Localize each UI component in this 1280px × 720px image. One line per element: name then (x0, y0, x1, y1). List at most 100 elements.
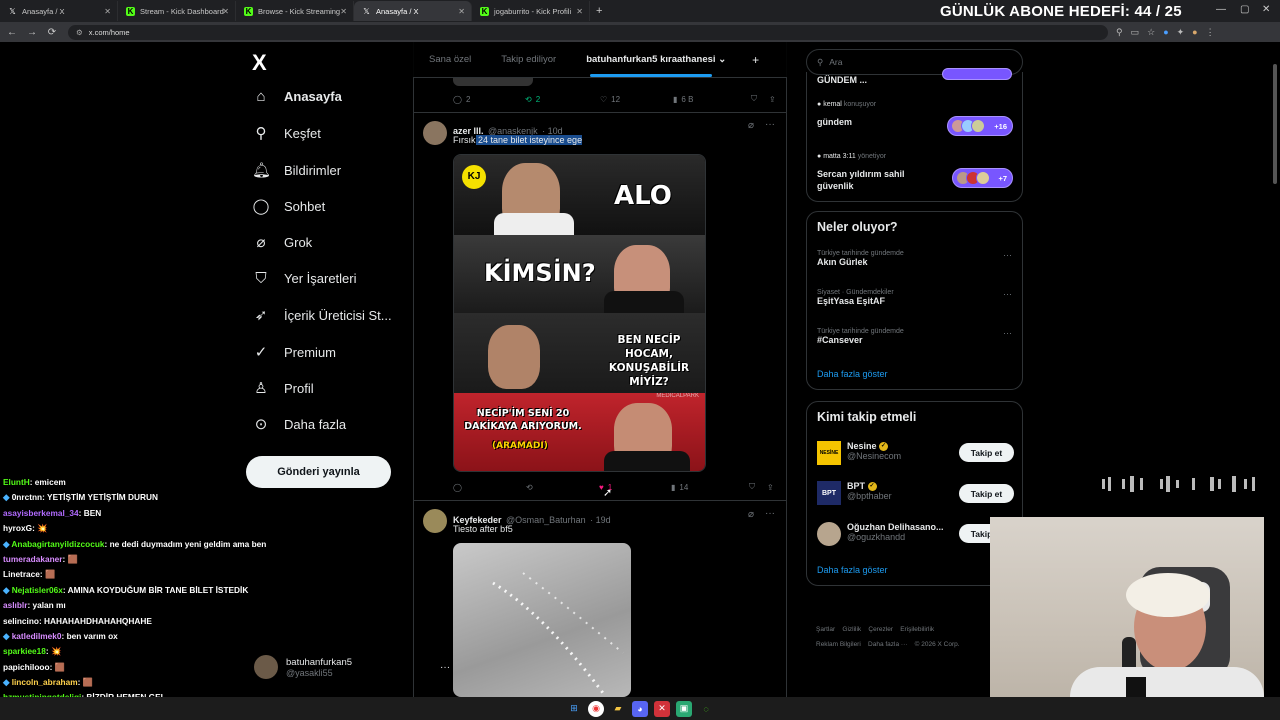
grok-icon[interactable]: ⌀ (748, 509, 754, 520)
tab-following[interactable]: Takip ediliyor (493, 54, 564, 65)
more-icon[interactable]: ··· (1003, 289, 1012, 299)
more-icon[interactable]: ··· (765, 119, 775, 130)
close-window-icon[interactable]: ✕ (1262, 4, 1270, 15)
puzzle-icon[interactable]: ✦ (1177, 27, 1185, 38)
nav-grok[interactable]: ⌀ Grok (252, 233, 312, 251)
browser-tab[interactable]: Kjogaburrito - Kick Profili ✕ (472, 1, 590, 21)
space-listeners[interactable]: +7 (952, 168, 1013, 188)
add-tab-button[interactable]: + (752, 53, 759, 67)
windows-start-icon[interactable]: ⊞ (566, 701, 582, 717)
follow-button[interactable]: Takip et (959, 484, 1014, 503)
nav-profile[interactable]: ♙ Profil (252, 379, 313, 397)
nav-notifications[interactable]: 🔔︎ Bildirimler (252, 161, 341, 179)
chat-username[interactable]: lincoln_abraham (12, 677, 78, 687)
discord-icon[interactable]: ◕ (632, 700, 648, 717)
zoom-icon[interactable]: ⚲ (1116, 27, 1123, 38)
chat-username[interactable]: katledilmek0 (12, 631, 62, 641)
nav-more[interactable]: ⊙ Daha fazla (252, 415, 346, 433)
tweet-image[interactable]: KJ ALO KİMSİN? BEN NECİP HOCAM, KONUŞABİ… (453, 154, 706, 472)
back-icon[interactable]: ← (4, 27, 20, 38)
cast-icon[interactable]: ▭ (1131, 27, 1140, 38)
retweet-button[interactable]: ⟲ (526, 482, 599, 492)
profile-icon[interactable]: ● (1192, 27, 1197, 37)
like-button[interactable]: ♡ 12 (600, 94, 673, 104)
menu-icon[interactable]: ⋮ (1206, 27, 1215, 38)
reply-button[interactable]: ◯ 2 (453, 94, 525, 104)
avatar[interactable] (423, 509, 447, 533)
file-explorer-icon[interactable]: ▰ (610, 701, 626, 717)
chat-username[interactable]: 0nrctnn (12, 492, 42, 502)
chat-username[interactable]: tumeradakaner (3, 554, 63, 564)
reload-icon[interactable]: ⟳ (44, 27, 60, 38)
chat-username[interactable]: EluntH (3, 477, 30, 487)
nav-bookmarks[interactable]: ⛉ Yer İşaretleri (252, 270, 356, 287)
chat-username[interactable]: Anabagirtanyildizcocuk (11, 539, 104, 549)
chat-username[interactable]: selincino (3, 616, 39, 626)
avatar[interactable] (423, 121, 447, 145)
views-button[interactable]: ▮ 6 B (673, 94, 751, 104)
tweet-image[interactable] (453, 543, 631, 697)
app-icon[interactable]: ▣ (676, 700, 692, 717)
app-icon[interactable]: ✕ (654, 700, 670, 717)
retweet-button[interactable]: ⟲ 2 (525, 94, 600, 104)
trend-item[interactable]: Siyaset · Gündemdekiler EşitYasa EşitAF (817, 289, 894, 306)
views-button[interactable]: ▮ 14 (671, 482, 749, 492)
tab-for-you[interactable]: Sana özel (421, 54, 479, 65)
who-item[interactable]: Oğuzhan Delihasano... @oguzkhandd (847, 522, 944, 542)
chat-username[interactable]: hyroxG (3, 523, 32, 533)
nav-home[interactable]: ⌂ Anasayfa (252, 88, 341, 105)
show-more-link[interactable]: Daha fazla göster (817, 369, 888, 379)
close-icon[interactable]: ✕ (576, 7, 583, 16)
trend-item[interactable]: Türkiye tarihinde gündemde Akın Gürlek (817, 250, 904, 267)
page-scrollbar[interactable] (1272, 44, 1278, 694)
who-item[interactable]: BPT ✓ @bpthaber (847, 481, 892, 501)
new-tab-button[interactable]: + (596, 5, 602, 17)
browser-tab[interactable]: K Stream - Kick Dashboard ✕ (118, 1, 236, 21)
reply-button[interactable]: ◯ (453, 482, 526, 492)
bookmark-button[interactable]: ⛉ (751, 94, 769, 104)
more-icon[interactable]: ··· (1003, 328, 1012, 338)
nav-chat[interactable]: ◯ Sohbet (252, 197, 326, 215)
bookmark-button[interactable]: ⛉ (749, 482, 767, 492)
more-icon[interactable]: ··· (1003, 250, 1012, 260)
star-icon[interactable]: ☆ (1147, 27, 1155, 38)
chat-username[interactable]: aslıblr (3, 600, 27, 610)
space-listeners[interactable] (942, 68, 1012, 80)
forward-icon[interactable]: → (24, 27, 40, 38)
avatar[interactable]: BPT (817, 481, 841, 505)
close-icon[interactable]: ✕ (458, 7, 465, 16)
chat-username[interactable]: Nejatisler06x (12, 585, 63, 595)
grok-icon[interactable]: ⌀ (748, 120, 754, 131)
chat-username[interactable]: asayisberkemal_34 (3, 508, 79, 518)
browser-tab[interactable]: 𝕏 Anasayfa / X ✕ (0, 1, 118, 21)
more-icon[interactable]: ··· (765, 508, 775, 519)
chrome-icon[interactable]: ◉ (588, 700, 604, 717)
site-info-icon[interactable]: ⚙ (76, 28, 83, 37)
maximize-icon[interactable]: ▢ (1240, 4, 1249, 15)
browser-tab[interactable]: K Browse - Kick Streaming ✕ (236, 1, 354, 21)
show-more-link[interactable]: Daha fazla göster (817, 565, 888, 575)
x-logo[interactable]: X (252, 50, 267, 76)
address-bar[interactable]: ⚙ x.com/home (68, 24, 1108, 40)
who-item[interactable]: Nesine ✓ @Nesinecom (847, 441, 901, 461)
nav-creator-studio[interactable]: ➶ İçerik Üreticisi St... (252, 306, 392, 324)
space-listeners[interactable]: +16 (947, 116, 1013, 136)
chat-username[interactable]: sparkiee18 (3, 646, 46, 656)
close-icon[interactable]: ✕ (222, 7, 229, 16)
minimize-icon[interactable]: — (1216, 4, 1226, 15)
nav-premium[interactable]: ✓ Premium (252, 343, 336, 361)
kick-icon[interactable]: ◌ (698, 701, 714, 717)
browser-tab-active[interactable]: 𝕏 Anasayfa / X ✕ (354, 1, 472, 21)
tab-community[interactable]: batuhanfurkan5 kıraathanesi ⌄ (578, 54, 734, 77)
close-icon[interactable]: ✕ (340, 7, 347, 16)
share-button[interactable]: ⇪ (767, 482, 774, 492)
avatar[interactable]: NESİNE (817, 441, 841, 465)
trend-item[interactable]: Türkiye tarihinde gündemde #Cansever (817, 328, 904, 345)
chat-username[interactable]: Linetrace (3, 569, 40, 579)
extension-icon[interactable]: ● (1163, 27, 1168, 37)
close-icon[interactable]: ✕ (104, 7, 111, 16)
nav-explore[interactable]: ⚲ Keşfet (252, 124, 321, 142)
avatar[interactable] (817, 522, 841, 546)
follow-button[interactable]: Takip et (959, 443, 1014, 462)
scrollbar-thumb[interactable] (1273, 64, 1277, 184)
